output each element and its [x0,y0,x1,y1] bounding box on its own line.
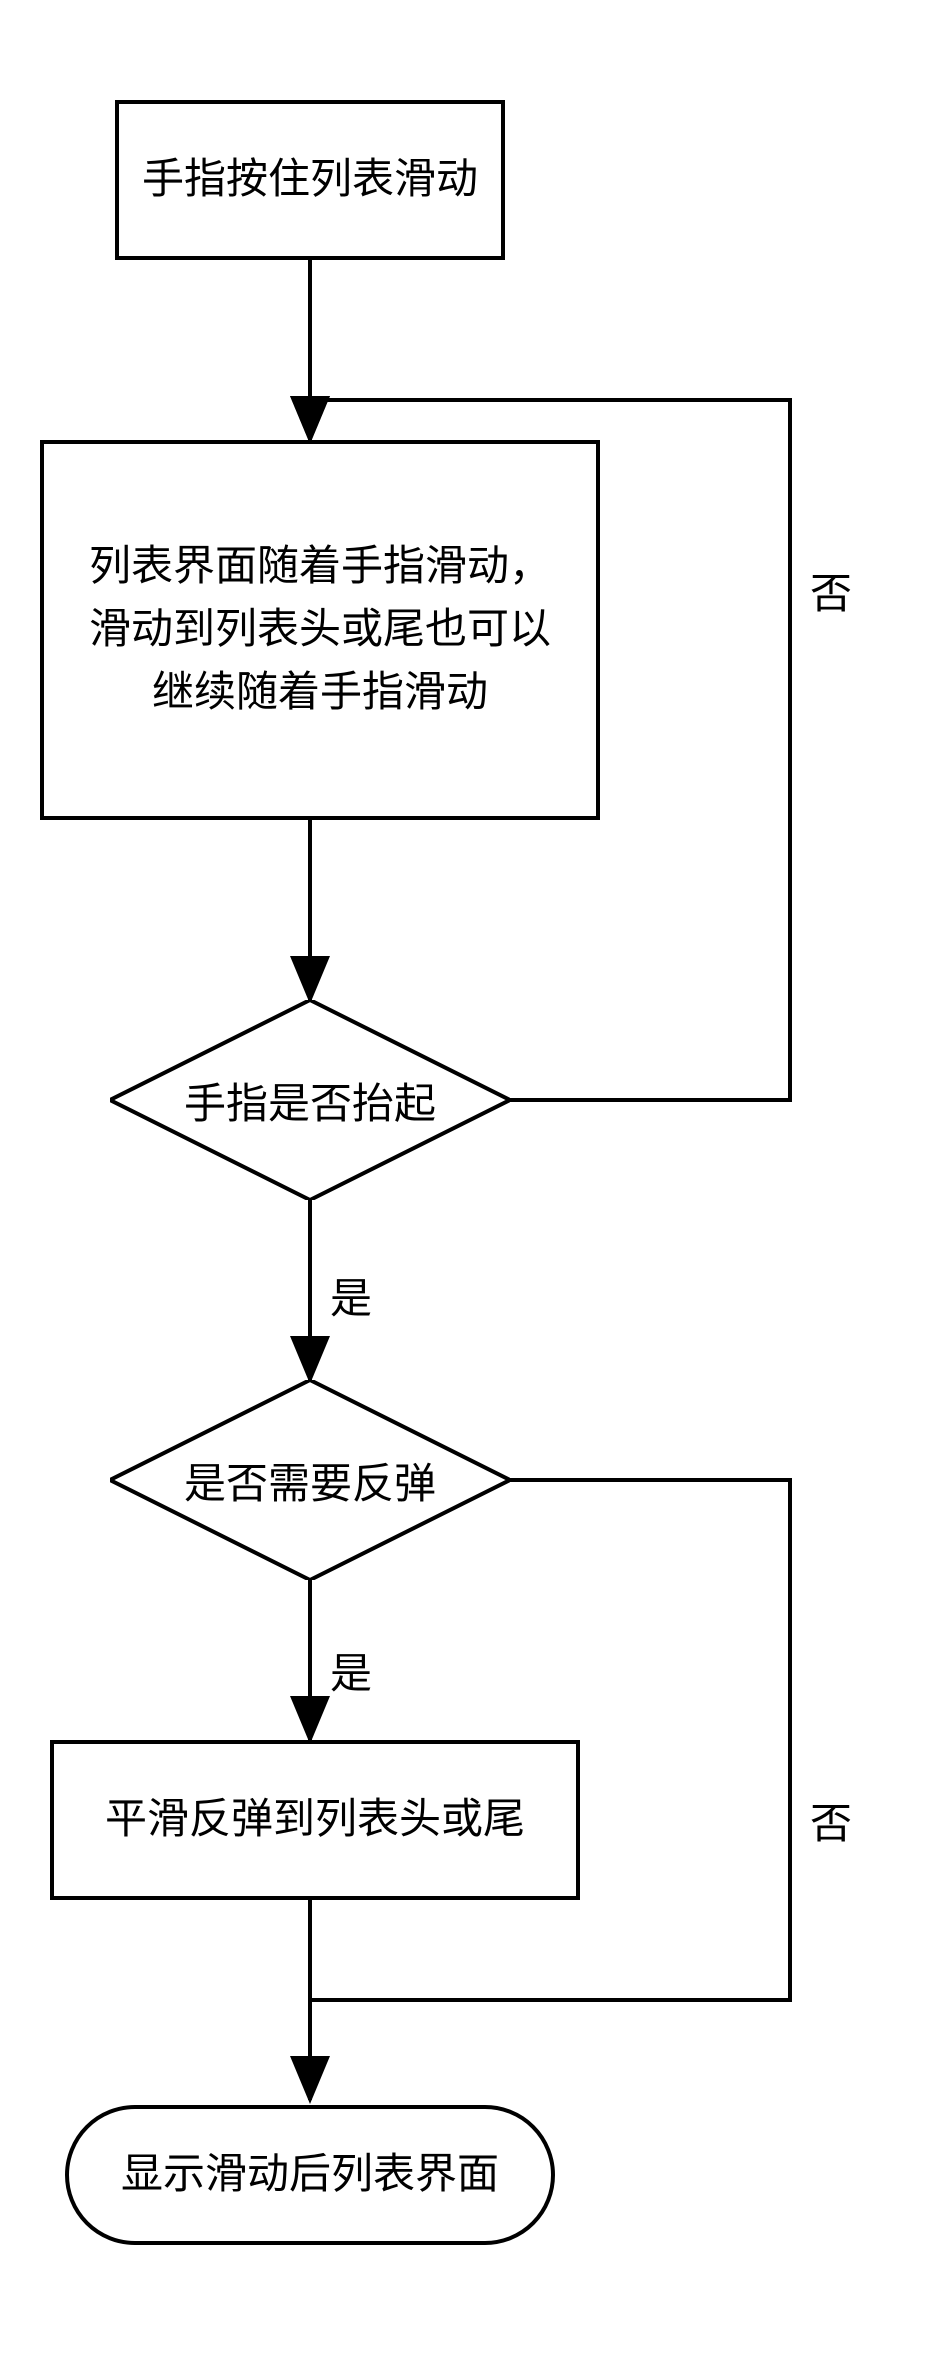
process2-text: 平滑反弹到列表头或尾 [105,1789,525,1852]
edge-label-yes-1: 是 [330,1265,372,1326]
edge-label-no-1: 否 [810,560,852,621]
end-text: 显示滑动后列表界面 [121,2144,499,2207]
flowchart-end: 显示滑动后列表界面 [65,2105,555,2245]
decision1-text: 手指是否抬起 [110,1000,510,1200]
start-text: 手指按住列表滑动 [142,149,478,212]
flowchart-decision-rebound: 是否需要反弹 [110,1380,510,1580]
edge-label-yes-2: 是 [330,1640,372,1701]
decision2-text: 是否需要反弹 [110,1380,510,1580]
edge-label-no-2: 否 [810,1790,852,1851]
flowchart-start: 手指按住列表滑动 [115,100,505,260]
flowchart-process-scroll: 列表界面随着手指滑动， 滑动到列表头或尾也可以 继续随着手指滑动 [40,440,600,820]
process1-text: 列表界面随着手指滑动， 滑动到列表头或尾也可以 继续随着手指滑动 [89,536,551,725]
flowchart-decision-finger-lift: 手指是否抬起 [110,1000,510,1200]
flowchart-process-rebound: 平滑反弹到列表头或尾 [50,1740,580,1900]
